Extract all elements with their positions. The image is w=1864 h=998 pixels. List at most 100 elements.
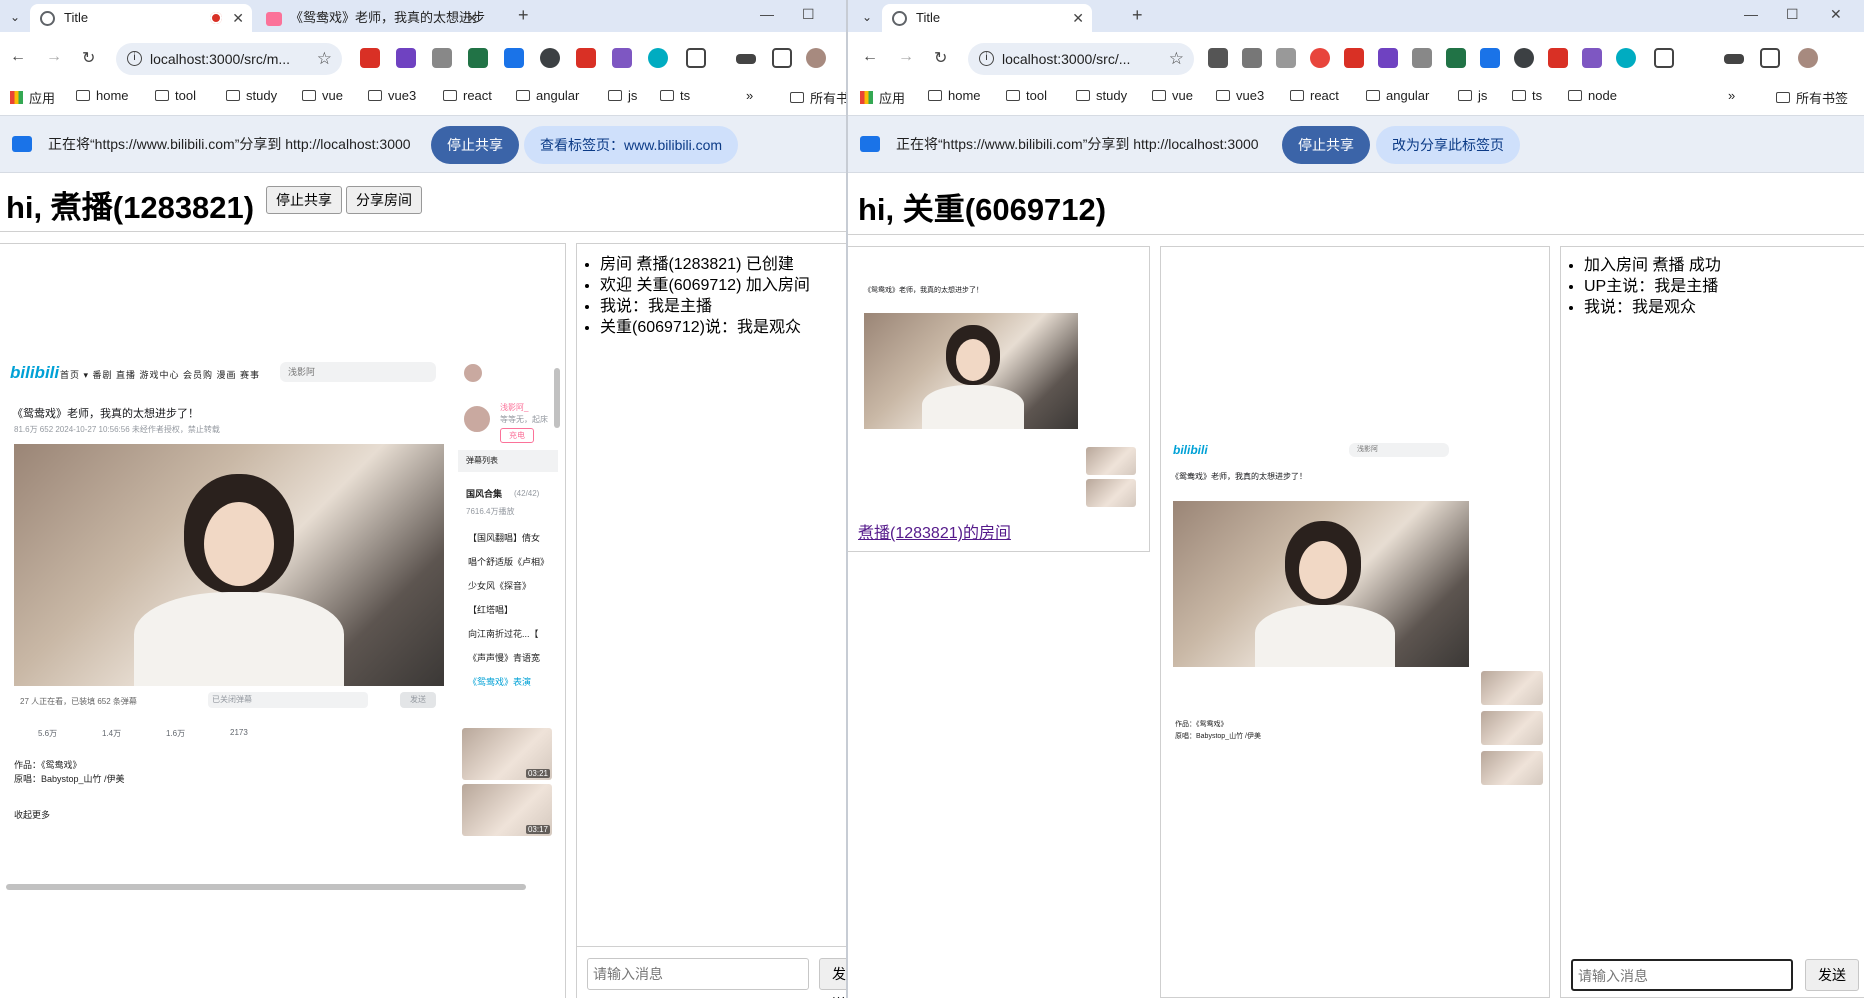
extension-icon[interactable] [1378,48,1398,68]
folder-icon [443,90,457,101]
bookmark-apps[interactable]: 应用 [10,88,55,107]
address-bar[interactable]: i localhost:3000/src/... ☆ [968,43,1194,75]
back-icon[interactable]: ← [862,48,878,66]
maximize-icon[interactable]: ☐ [1786,6,1799,23]
bookmark-star-icon[interactable]: ☆ [1169,43,1184,75]
bookmark-folder[interactable]: tool [155,88,196,103]
extension-icon[interactable] [648,48,668,68]
close-tab-icon[interactable]: ✕ [466,4,478,32]
maximize-icon[interactable]: ☐ [802,6,815,23]
playlist-item: 向江南折过花...【 [468,629,539,639]
bookmarks-overflow-icon[interactable]: » [746,88,753,103]
stop-sharing-button[interactable]: 停止共享 [1282,126,1370,164]
extension-icon[interactable] [1480,48,1500,68]
folder-icon [1076,90,1090,101]
bookmark-folder[interactable]: angular [1366,88,1429,103]
bookmark-folder[interactable]: home [76,88,129,103]
extension-icon[interactable] [1514,48,1534,68]
bilibili-search: 浅影阿 [1349,443,1449,457]
share-this-tab-button[interactable]: 改为分享此标签页 [1376,126,1520,164]
extension-icon[interactable] [432,48,452,68]
view-tab-button[interactable]: 查看标签页：www.bilibili.com [524,126,739,164]
extension-icon[interactable] [1582,48,1602,68]
bookmark-folder[interactable]: vue [302,88,343,103]
tab-title[interactable]: Title ✕ [30,4,252,32]
tab-title[interactable]: Title ✕ [882,4,1092,32]
stop-share-button[interactable]: 停止共享 [266,186,342,214]
extension-icon[interactable] [1310,48,1330,68]
extensions-puzzle-icon[interactable] [686,48,706,68]
bookmark-folder[interactable]: vue [1152,88,1193,103]
scrollbar[interactable] [554,368,560,428]
bookmark-folder[interactable]: react [443,88,492,103]
stop-sharing-button[interactable]: 停止共享 [431,126,519,164]
site-info-icon[interactable]: i [127,51,142,66]
minimize-icon[interactable]: — [1744,6,1758,22]
bookmark-folder[interactable]: angular [516,88,579,103]
site-info-icon[interactable]: i [979,51,994,66]
bookmark-folder[interactable]: node [1568,88,1617,103]
profile-avatar[interactable] [1798,48,1818,68]
extension-icon[interactable] [1276,48,1296,68]
bookmark-folder[interactable]: home [928,88,981,103]
close-window-icon[interactable]: ✕ [1830,6,1842,23]
share-room-button[interactable]: 分享房间 [346,186,422,214]
extension-icon[interactable] [1616,48,1636,68]
extension-icon[interactable] [576,48,596,68]
extension-icon[interactable] [1412,48,1432,68]
extension-icon[interactable] [504,48,524,68]
new-tab-icon[interactable]: + [518,5,529,26]
room-card[interactable]: 《鸳鸯戏》老师，我真的太想进步了！ 煮播(1283821)的房间 [848,246,1150,552]
forward-icon[interactable]: → [898,48,914,66]
back-icon[interactable]: ← [10,48,26,66]
forward-icon[interactable]: → [46,48,62,66]
room-link[interactable]: 煮播(1283821)的房间 [858,519,1011,543]
bookmark-folder[interactable]: js [1458,88,1487,103]
message-input[interactable]: 请输入消息 [587,958,809,990]
side-panel-icon[interactable] [1760,48,1780,68]
extension-icon[interactable] [540,48,560,68]
bookmark-star-icon[interactable]: ☆ [317,43,332,75]
tab-search-button[interactable]: ⌄ [856,6,878,28]
extensions-puzzle-icon[interactable] [1654,48,1674,68]
media-icon[interactable] [1724,54,1744,64]
extension-icon[interactable] [1242,48,1262,68]
reload-icon[interactable]: ↻ [82,48,95,68]
bookmark-folder-all[interactable]: 所有书 [790,88,846,107]
bookmark-apps[interactable]: 应用 [860,88,905,107]
extension-icon[interactable] [468,48,488,68]
bookmark-folder[interactable]: study [226,88,277,103]
minimize-icon[interactable]: — [760,6,774,22]
reload-icon[interactable]: ↻ [934,48,947,68]
extension-icon[interactable] [360,48,380,68]
bookmark-folder[interactable]: react [1290,88,1339,103]
tab-bilibili[interactable]: 《鸳鸯戏》老师，我真的太想进步了！ ✕ [256,4,486,32]
close-tab-icon[interactable]: ✕ [1072,4,1084,32]
send-button[interactable]: 发送 [1805,959,1859,991]
profile-avatar[interactable] [806,48,826,68]
bookmark-folder[interactable]: ts [1512,88,1542,103]
new-tab-icon[interactable]: + [1132,5,1143,26]
extension-icon[interactable] [1446,48,1466,68]
bookmark-folder[interactable]: tool [1006,88,1047,103]
extension-icon[interactable] [1548,48,1568,68]
extension-icon[interactable] [1208,48,1228,68]
bookmark-folder[interactable]: js [608,88,637,103]
side-panel-icon[interactable] [772,48,792,68]
media-icon[interactable] [736,54,756,64]
address-bar[interactable]: i localhost:3000/src/m... ☆ [116,43,342,75]
message-input[interactable]: 请输入消息 [1571,959,1793,991]
extension-icon[interactable] [1344,48,1364,68]
close-tab-icon[interactable]: ✕ [232,4,244,32]
bookmark-folder[interactable]: vue3 [1216,88,1264,103]
send-button[interactable]: 发送 [819,958,846,998]
extension-icon[interactable] [612,48,632,68]
bookmark-folder[interactable]: study [1076,88,1127,103]
extension-icon[interactable] [396,48,416,68]
scrollbar[interactable] [6,884,526,890]
bookmark-folder[interactable]: ts [660,88,690,103]
tab-search-button[interactable]: ⌄ [4,6,26,28]
bookmark-folder-all[interactable]: 所有书签 [1776,88,1848,107]
bookmark-folder[interactable]: vue3 [368,88,416,103]
bookmarks-overflow-icon[interactable]: » [1728,88,1735,103]
